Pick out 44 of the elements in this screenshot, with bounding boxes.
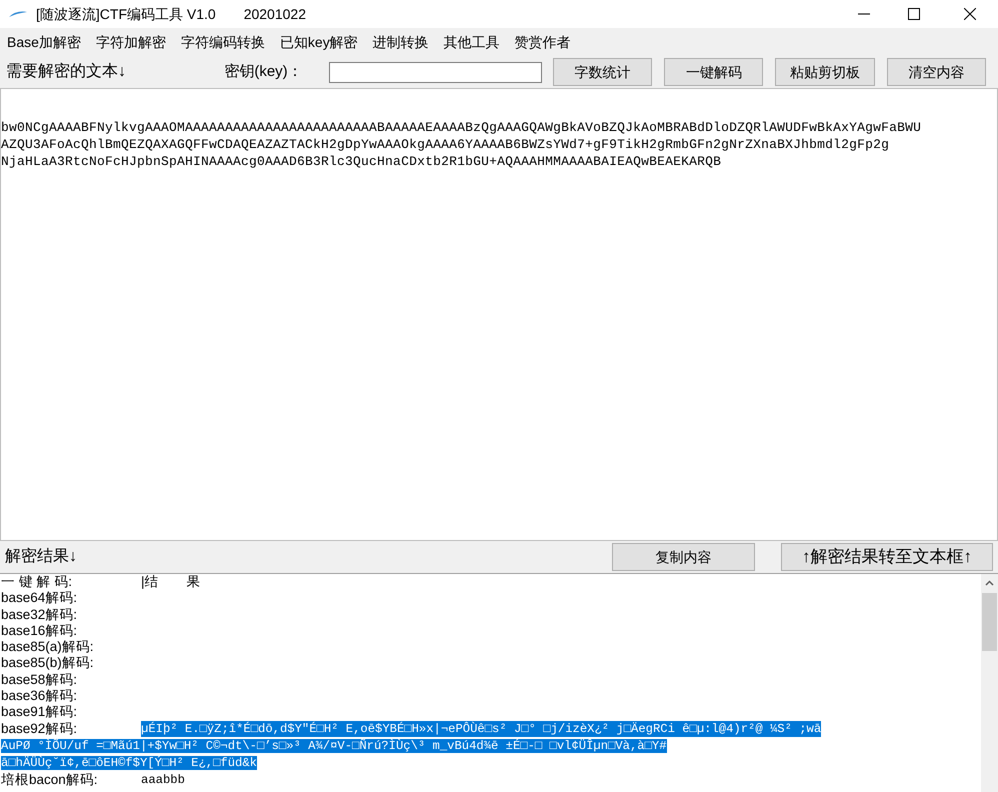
input-section-label: 需要解密的文本↓ — [6, 62, 127, 82]
menu-item[interactable]: 已知key解密 — [274, 32, 363, 53]
decoder-label: 培根bacon解码: — [1, 772, 99, 788]
menu-item[interactable]: 赞赏作者 — [510, 32, 576, 53]
decoder-label: base16解码: — [1, 622, 78, 640]
decoder-label: base85(a)解码: — [1, 639, 95, 656]
decoder-label: base85(b)解码: — [1, 655, 95, 672]
decoder-label: base64解码: — [1, 590, 78, 607]
input-text-area[interactable] — [0, 88, 998, 541]
input-text-line: AZQU3AFoAcQhlBmQEZQAXAGQFFwCDAQEAZAZTACkH2gDpYwAAAOkgAAAA6YAAAAB6BWZsYWd7+gF9TikH2gRmbGFn2gNrZXnaBXJhbmdl2gFp2g — [1, 136, 890, 153]
scrollbar-thumb[interactable] — [982, 593, 997, 651]
decoder-label: base92解码: — [1, 720, 78, 737]
decoder-label: base32解码: — [1, 606, 78, 623]
window-title: [随波逐流]CTF编码工具 V1.0 — [36, 4, 216, 24]
menu-item[interactable]: Base加解密 — [2, 32, 86, 53]
input-text-line: bw0NCgAAAABFNylkvgAAAOMAAAAAAAAAAAAAAAAAAAAAAAABAAAAAEAAAABzQgAAAGQAWgBkAVoBZQJkAoMBRABdDloDZQRlAWUDFwBkAxYAgwFaBWU — [1, 119, 922, 136]
scroll-up-icon[interactable] — [985, 580, 994, 586]
scrollbar[interactable] — [981, 574, 998, 792]
toolbar-button[interactable]: 字数统计 — [552, 58, 652, 86]
decoder-label: base91解码: — [1, 704, 78, 721]
maximize-icon[interactable] — [908, 8, 920, 20]
result-button[interactable]: ↑解密结果转至文本框↑ — [781, 543, 993, 571]
decoded-value: aaabbb — [141, 772, 185, 788]
close-icon[interactable] — [964, 8, 976, 20]
decoder-label: base58解码: — [1, 672, 78, 688]
decoder-label: base36解码: — [1, 688, 78, 704]
window-date: 20201022 — [244, 4, 306, 24]
decoded-value: µÉIþ² E.□ÿZ;î*É□dō,d$Y″É□H² E,oē$YBÉ□H»x|¬ePÔÙê□s² J□° □j/izèX¿² j□ÄegRCi ê□µ:l@4)r²@ ¼S² ;wā — [141, 720, 822, 737]
decoded-value: AuPØ °ÌÕU/uf =□Mãú1|+$Yw□H² C©¬dt\-□’s□»³ A¾/¤V-□Ñrú?ÌÙç\³ m_vBú4d¾ē ±É□-□ □vl¢ÜÎµn□Và,à□Y# — [1, 738, 667, 753]
toolbar-button[interactable]: 粘贴剪切板 — [775, 58, 875, 86]
result-button[interactable]: 复制内容 — [612, 543, 755, 571]
result-section-label: 解密结果↓ — [5, 546, 78, 567]
menu-item[interactable]: 字符编码转换 — [176, 32, 270, 53]
output-header-label: 一 键 解 码: — [1, 574, 74, 590]
menu-item[interactable]: 其他工具 — [438, 32, 505, 53]
decoded-value: ā□hÄÜÙç˘ï¢,ē□ôEH©f$Y[Ý□H² E¿,□füd&k — [1, 756, 257, 770]
key-field[interactable] — [328, 62, 542, 82]
key-label: 密钥(key)： — [224, 62, 304, 82]
menu-item[interactable]: 字符加解密 — [90, 32, 171, 53]
toolbar-button[interactable]: 一键解码 — [664, 58, 764, 86]
toolbar-button[interactable]: 清空内容 — [886, 58, 986, 86]
menu-item[interactable]: 进制转换 — [368, 32, 434, 53]
input-text-line: NjaHLaA3RtcNoFcHJpbnSpAHINAAAAcg0AAAD6B3Rlc3QucHnaCDxtb2R1bGU+AQAAAHMMAAAABAIEAQwBEAEKARQB — [1, 153, 722, 170]
output-header-result: |结 果 — [141, 574, 201, 590]
